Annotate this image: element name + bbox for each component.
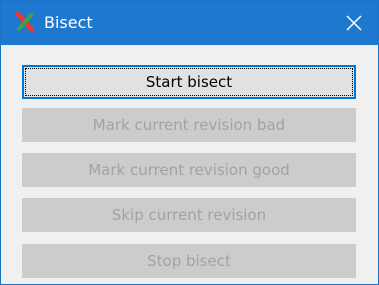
bisect-dialog: Bisect Start bisect Mark current revisio… [0, 0, 379, 285]
skip-revision-button[interactable]: Skip current revision [22, 198, 356, 232]
window-title: Bisect [44, 13, 93, 32]
title-bar[interactable]: Bisect [1, 1, 378, 45]
bisect-icon [13, 10, 37, 34]
close-icon [346, 15, 362, 31]
mark-bad-label: Mark current revision bad [92, 116, 286, 134]
dialog-body: Start bisect Mark current revision bad M… [1, 45, 378, 284]
start-bisect-button[interactable]: Start bisect [22, 65, 356, 99]
mark-bad-button[interactable]: Mark current revision bad [22, 108, 356, 142]
mark-good-label: Mark current revision good [88, 161, 290, 179]
stop-bisect-label: Stop bisect [147, 252, 231, 270]
stop-bisect-button[interactable]: Stop bisect [22, 244, 356, 278]
skip-revision-label: Skip current revision [111, 206, 267, 224]
mark-good-button[interactable]: Mark current revision good [22, 153, 356, 187]
start-bisect-label: Start bisect [145, 73, 233, 91]
close-button[interactable] [328, 1, 378, 45]
